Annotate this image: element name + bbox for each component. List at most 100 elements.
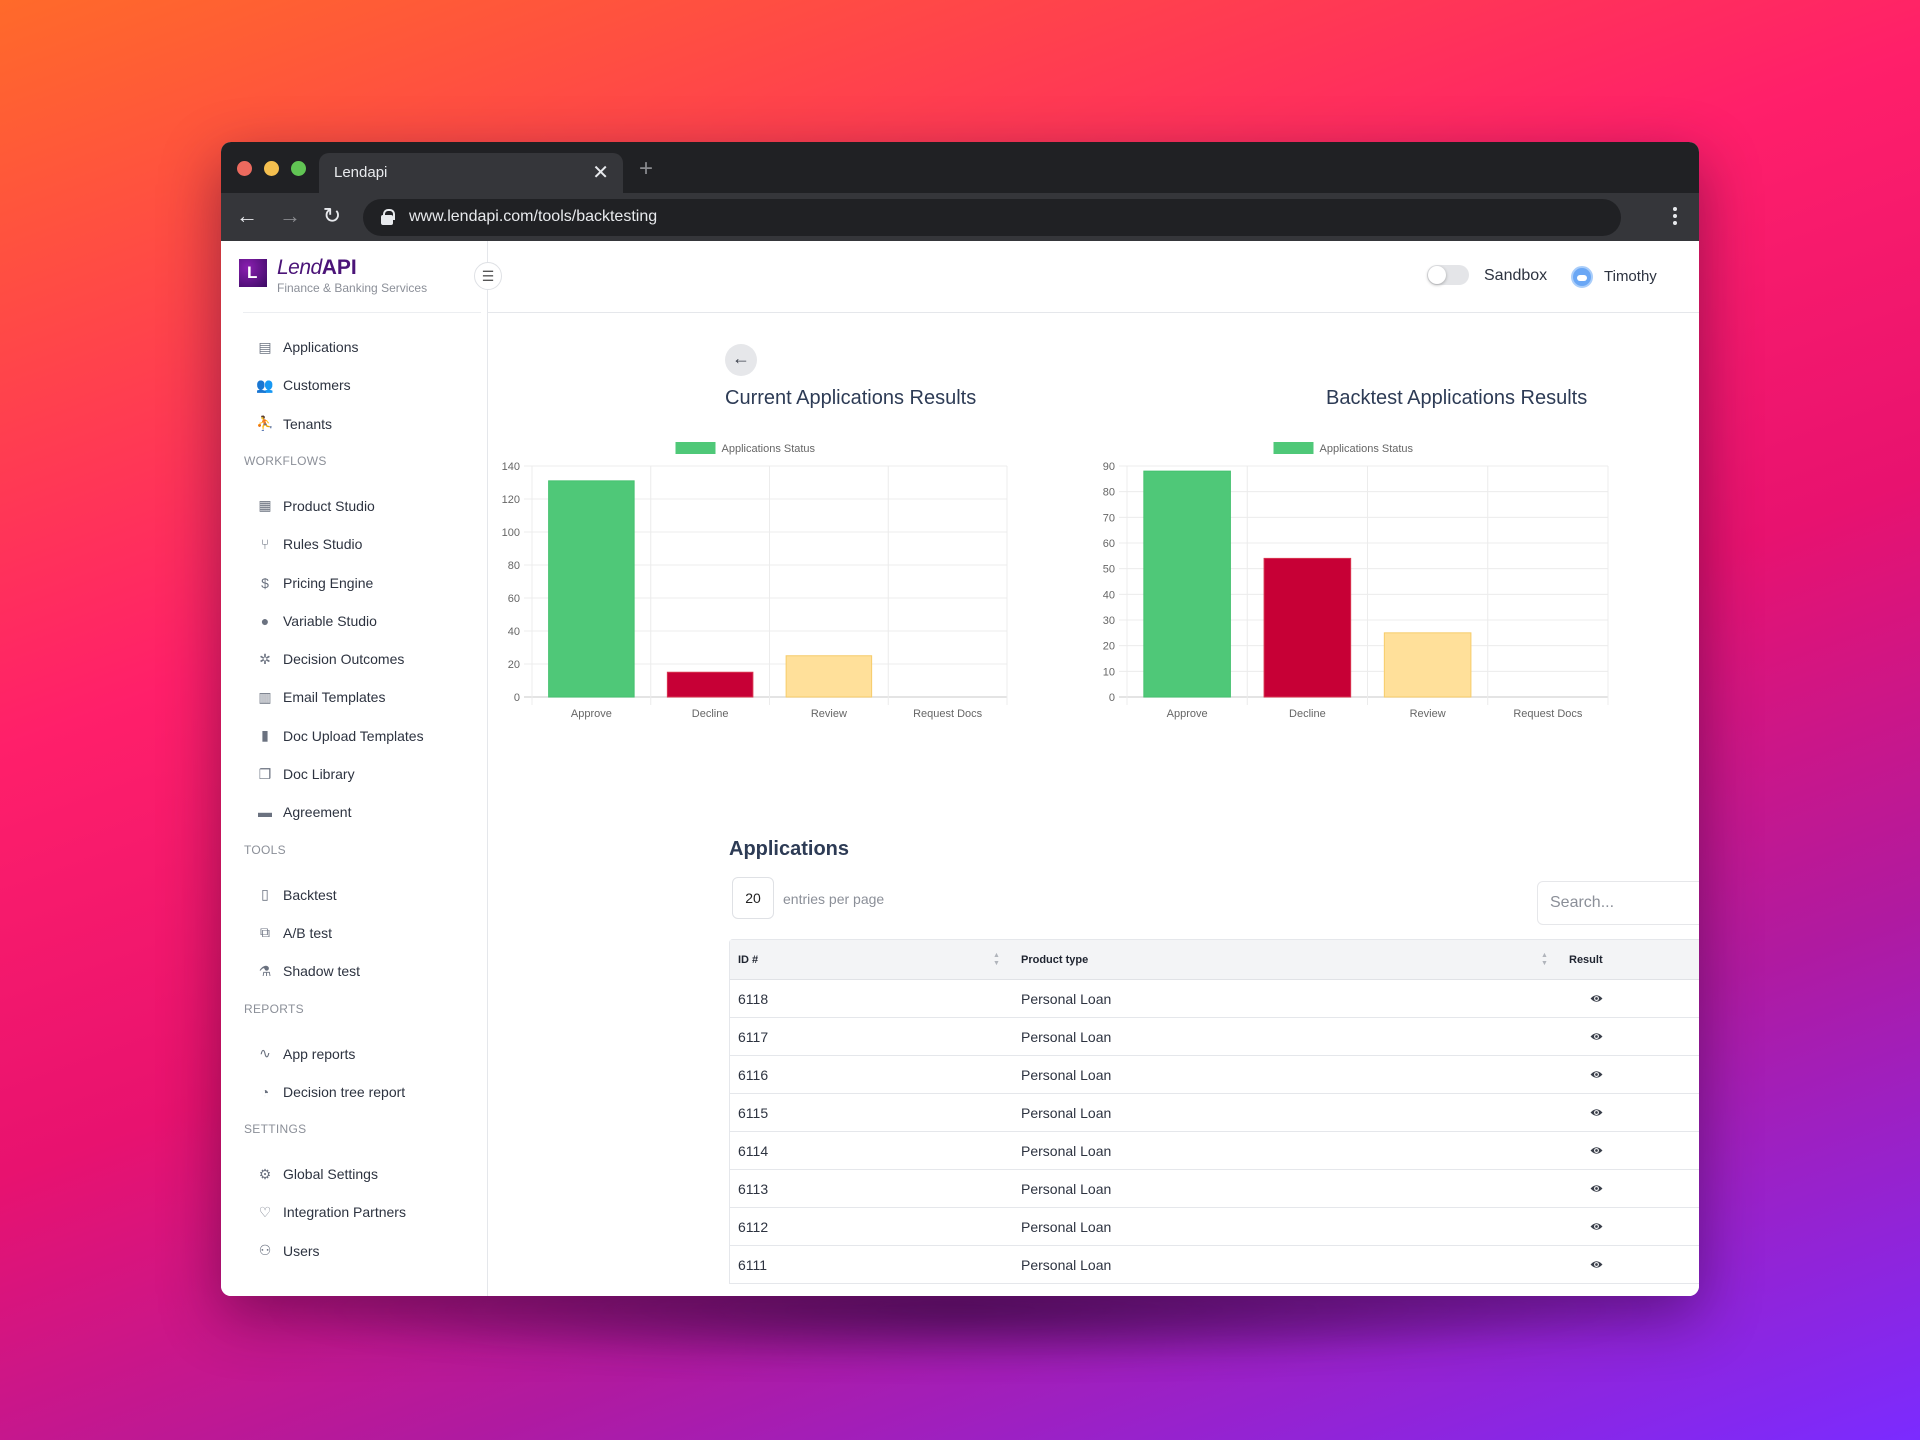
sidebar-item-label: Decision tree report	[283, 1083, 406, 1100]
current-results-chart: Applications Status 0 20 40 60 80 100 120 140 App…	[502, 442, 1008, 720]
sidebar-item-users[interactable]: ⚇ Users	[257, 1239, 320, 1263]
sidebar-item-decision-tree-report[interactable]: ◔ Decision tree report	[257, 1080, 405, 1104]
column-header-id[interactable]: ID #	[738, 954, 758, 966]
close-window-button[interactable]	[237, 161, 252, 176]
cell-product-type: Personal Loan	[1021, 1219, 1112, 1235]
sidebar-section-tools: TOOLS	[244, 842, 286, 857]
x-tick-label: Decline	[1289, 708, 1326, 720]
minimize-window-button[interactable]	[264, 161, 279, 176]
app: L LendAPI Finance & Banking Services ▤ Ap…	[221, 241, 1699, 1296]
y-tick-label: 40	[508, 626, 520, 638]
sandbox-label: Sandbox	[1484, 267, 1548, 284]
reload-icon[interactable]: ↻	[318, 203, 346, 229]
eye-icon[interactable]	[1590, 1107, 1603, 1118]
sidebar-item-backtest[interactable]: ▯ Backtest	[257, 883, 337, 907]
sidebar-item-product-studio[interactable]: ▦ Product Studio	[257, 494, 374, 518]
sidebar-item-global-settings[interactable]: ⚙ Global Settings	[257, 1162, 378, 1186]
sidebar-item-shadow-test[interactable]: ⚗ Shadow test	[257, 959, 360, 983]
gear-icon: ⚙	[258, 1165, 272, 1182]
table-row[interactable]: 6113 Personal Loan	[730, 1170, 1699, 1208]
column-header-product-type[interactable]: Product type	[1021, 954, 1088, 966]
ab-monitor-icon: ⧉	[260, 924, 270, 941]
y-tick-label: 140	[502, 461, 520, 473]
table-body: 6118 Personal Loan 6117 Personal Loan 6116 Pe…	[730, 980, 1699, 1284]
sidebar-item-label: Email Templates	[283, 689, 386, 706]
browser-menu-icon[interactable]	[1673, 207, 1677, 228]
sidebar-item-label: Backtest	[283, 886, 337, 903]
sidebar-item-pricing-engine[interactable]: $ Pricing Engine	[257, 571, 373, 595]
copy-icon: ❐	[258, 765, 272, 782]
sidebar-item-email-templates[interactable]: ▥ Email Templates	[257, 685, 385, 709]
sidebar-item-app-reports[interactable]: ∿ App reports	[257, 1042, 355, 1066]
backtest-results-title: Backtest Applications Results	[1326, 387, 1588, 409]
legend-label: Applications Status	[1320, 443, 1414, 455]
sidebar-item-doc-library[interactable]: ❐ Doc Library	[257, 762, 355, 786]
entries-per-page-select[interactable]: 20	[732, 877, 774, 919]
new-tab-icon[interactable]: +	[639, 155, 653, 183]
column-header-result[interactable]: Result	[1569, 954, 1603, 966]
dollar-cycle-icon: $	[261, 574, 269, 591]
sidebar-item-doc-upload-templates[interactable]: ▮ Doc Upload Templates	[257, 724, 423, 748]
sidebar-item-label: Users	[283, 1242, 320, 1259]
bar-review	[785, 655, 873, 698]
table-row[interactable]: 6117 Personal Loan	[730, 1018, 1699, 1056]
sidebar-item-applications[interactable]: ▤ Applications	[257, 335, 358, 359]
maximize-window-button[interactable]	[291, 161, 306, 176]
eye-icon[interactable]	[1590, 1145, 1603, 1156]
close-tab-icon[interactable]: ✕	[592, 160, 609, 185]
sidebar-item-rules-studio[interactable]: ⑂ Rules Studio	[257, 532, 363, 556]
user-name[interactable]: Timothy	[1604, 268, 1657, 285]
cell-product-type: Personal Loan	[1021, 991, 1112, 1007]
sidebar-item-integration-partners[interactable]: ♡ Integration Partners	[257, 1200, 406, 1224]
cell-id: 6116	[738, 1067, 769, 1083]
eye-icon[interactable]	[1590, 1069, 1603, 1080]
table-row[interactable]: 6114 Personal Loan	[730, 1132, 1699, 1170]
eye-icon[interactable]	[1590, 1183, 1603, 1194]
address-bar[interactable]: www.lendapi.com/tools/backtesting	[363, 199, 1621, 236]
table-row[interactable]: 6118 Personal Loan	[730, 980, 1699, 1018]
current-results-title: Current Applications Results	[725, 387, 977, 409]
handshake-heart-icon: ♡	[258, 1203, 272, 1220]
back-button[interactable]: ←	[725, 344, 757, 376]
eye-icon[interactable]	[1590, 993, 1603, 1004]
sidebar: L LendAPI Finance & Banking Services ▤ Ap…	[221, 241, 488, 1296]
sidebar-item-tenants[interactable]: ⛹ Tenants	[256, 412, 332, 436]
legend-label: Applications Status	[722, 443, 816, 455]
logo: L	[239, 259, 267, 287]
sandbox-toggle[interactable]	[1427, 265, 1469, 285]
eye-icon[interactable]	[1590, 1259, 1603, 1270]
table-row[interactable]: 6112 Personal Loan	[730, 1208, 1699, 1246]
forward-icon[interactable]: →	[276, 203, 304, 229]
avatar[interactable]	[1571, 266, 1593, 288]
shapes-icon: ●	[260, 612, 270, 629]
browser-tab[interactable]: Lendapi ✕	[319, 153, 623, 193]
sidebar-item-agreement[interactable]: ▬ Agreement	[257, 800, 351, 824]
activity-icon: ∿	[259, 1045, 271, 1061]
sidebar-item-customers[interactable]: 👥 Customers	[256, 373, 350, 397]
y-tick-label: 40	[1103, 589, 1115, 601]
search-input[interactable]	[1537, 881, 1699, 925]
sidebar-item-label: Doc Library	[283, 766, 355, 782]
sort-icon[interactable]: ▲ ▼	[993, 952, 1000, 968]
sidebar-item-a-b-test[interactable]: ⧉ A/B test	[257, 921, 332, 945]
y-tick-label: 90	[1103, 461, 1115, 473]
sidebar-item-decision-outcomes[interactable]: ✲ Decision Outcomes	[257, 647, 404, 671]
x-tick-label: Decline	[692, 708, 729, 720]
sidebar-item-label: Global Settings	[283, 1166, 378, 1183]
cell-id: 6114	[738, 1143, 769, 1159]
divider	[243, 312, 481, 313]
cell-id: 6113	[738, 1181, 769, 1197]
eye-icon[interactable]	[1590, 1031, 1603, 1042]
back-icon[interactable]: ←	[233, 203, 261, 229]
cell-id: 6117	[738, 1029, 769, 1045]
sort-icon[interactable]: ▲ ▼	[1541, 952, 1548, 968]
table-row[interactable]: 6111 Personal Loan	[730, 1246, 1699, 1284]
table-row[interactable]: 6115 Personal Loan	[730, 1094, 1699, 1132]
table-row[interactable]: 6116 Personal Loan	[730, 1056, 1699, 1094]
hamburger-menu-icon[interactable]: ☰	[474, 262, 502, 290]
y-tick-label: 10	[1103, 666, 1115, 678]
eye-icon[interactable]	[1590, 1221, 1603, 1232]
sidebar-item-variable-studio[interactable]: ● Variable Studio	[257, 609, 377, 633]
y-tick-label: 20	[1103, 641, 1115, 653]
y-tick-label: 100	[502, 527, 520, 539]
